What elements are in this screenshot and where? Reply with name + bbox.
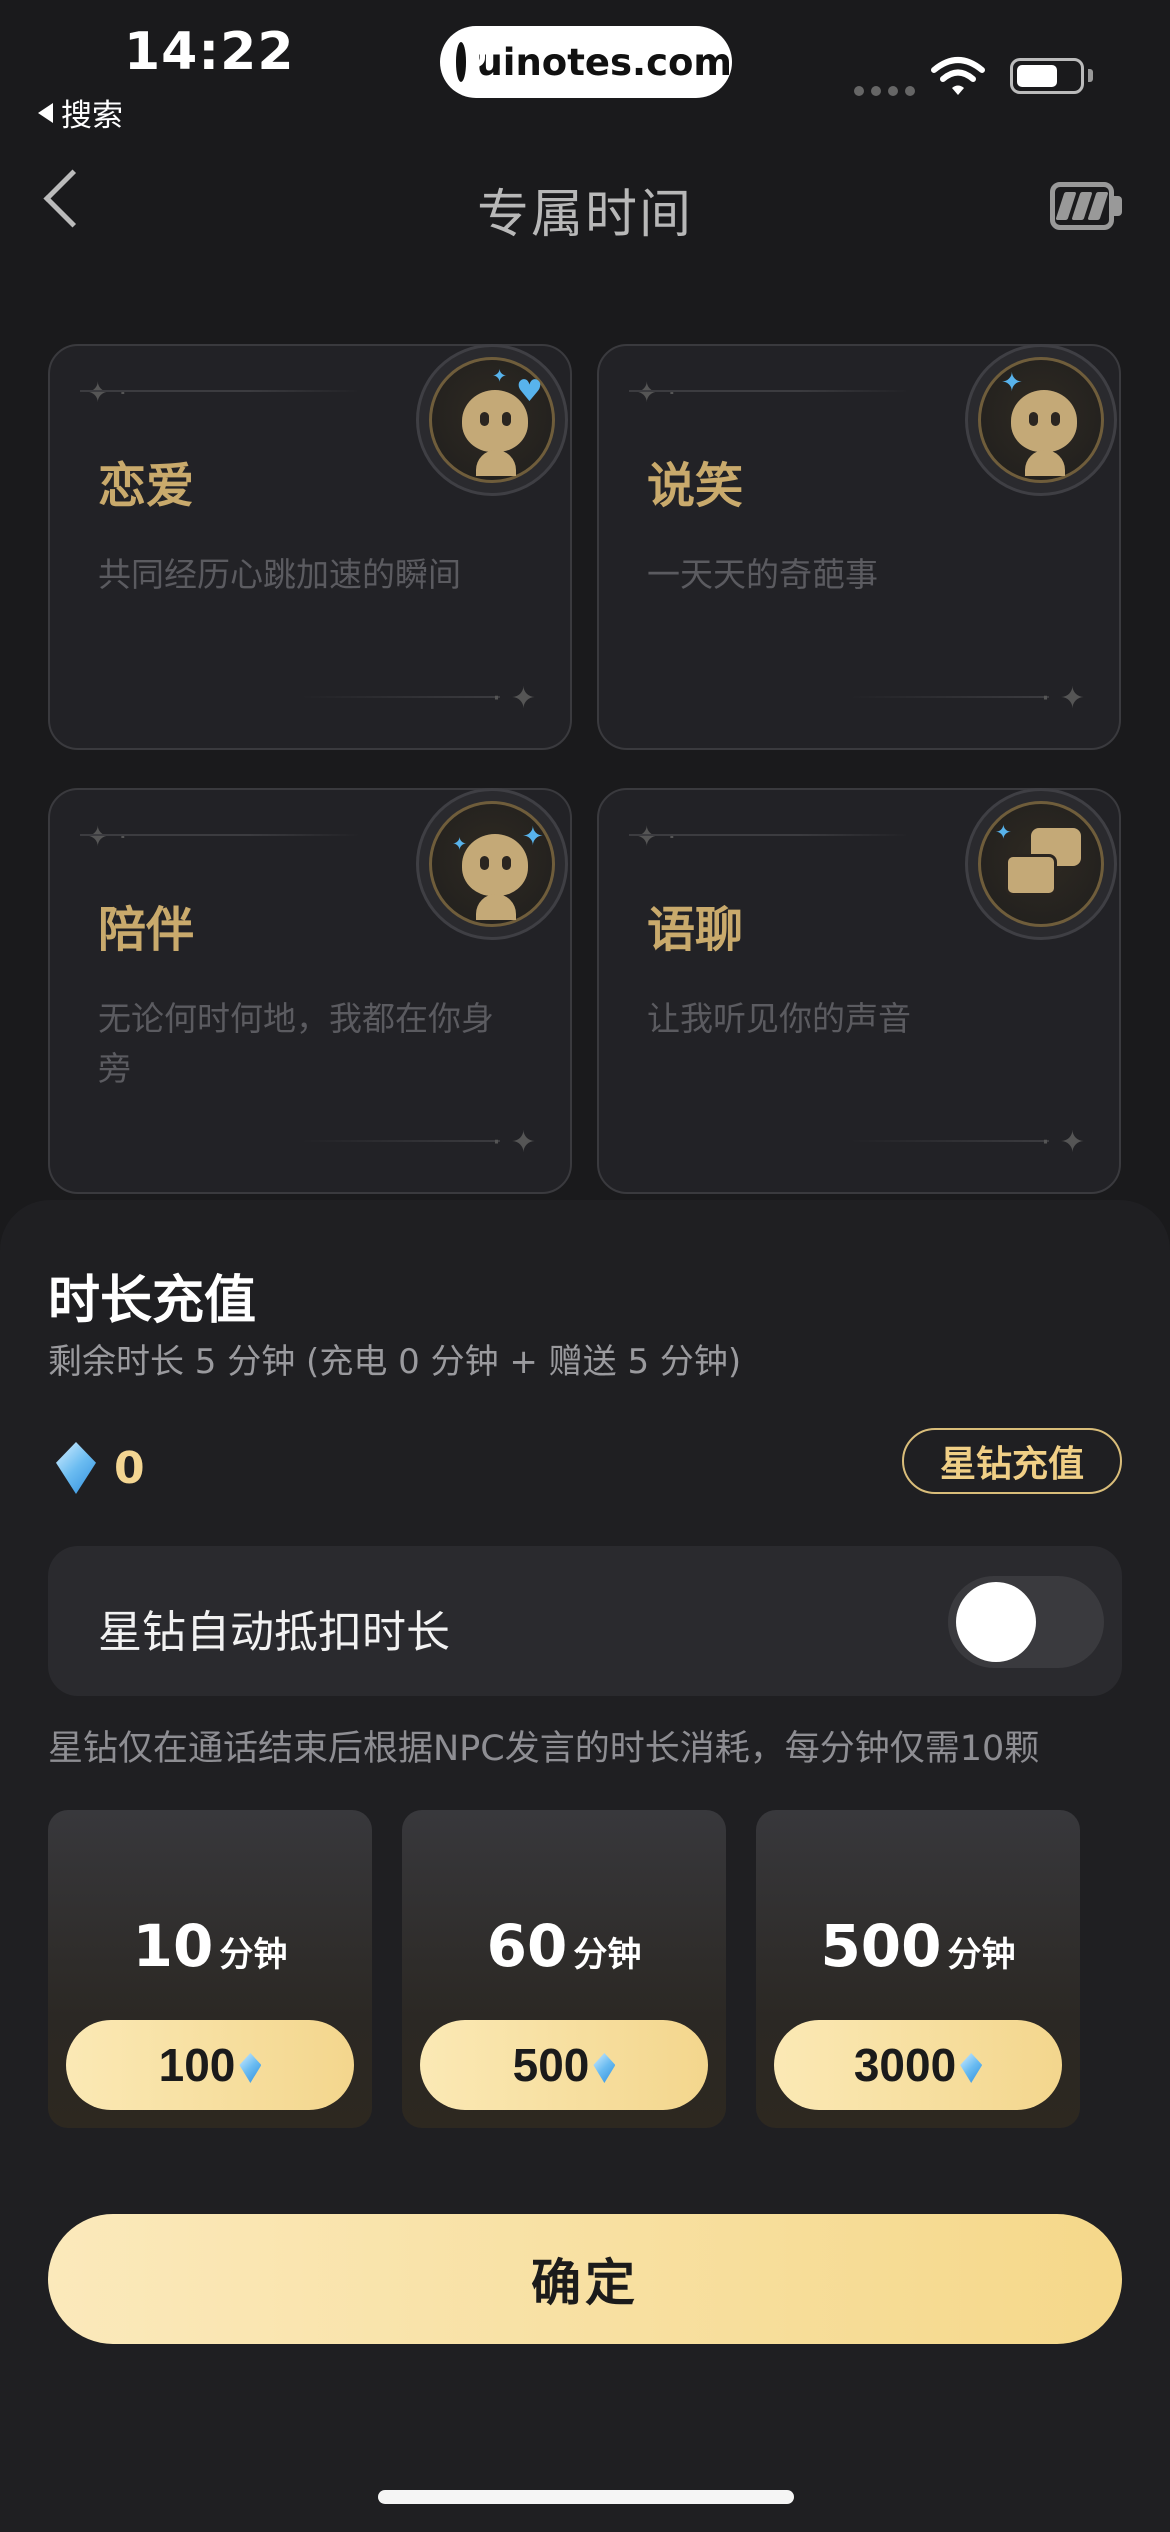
back-app-label: 搜索 [61, 98, 123, 134]
auto-deduct-label: 星钻自动抵扣时长 [98, 1607, 450, 1658]
package-price: 3000 [853, 2039, 957, 2091]
sparkle-deco-icon: · ✦ [491, 1125, 536, 1160]
package-price-button[interactable]: 500 [420, 2020, 708, 2110]
cellular-signal-icon [854, 86, 915, 96]
love-npc-icon: ♥ ✦ [416, 344, 568, 496]
package-minutes: 10 [132, 1912, 214, 1980]
page-title: 专属时间 [476, 185, 693, 245]
package-card-500min[interactable]: 500 分钟 3000 [756, 1810, 1080, 2128]
package-card-60min[interactable]: 60 分钟 500 [402, 1810, 726, 2128]
companion-npc-icon: ✦ ✦ [416, 788, 568, 940]
package-card-10min[interactable]: 10 分钟 100 [48, 1810, 372, 2128]
category-desc: 共同经历心跳加速的瞬间 [98, 555, 461, 594]
package-minutes: 60 [486, 1912, 568, 1980]
remaining-time-text: 剩余时长 5 分钟 (充电 0 分钟 + 赠送 5 分钟) [48, 1342, 742, 1382]
package-price: 100 [158, 2039, 236, 2091]
category-title: 恋爱 [98, 458, 195, 514]
diamond-icon [593, 2053, 616, 2083]
sparkle-deco-icon: · ✦ [491, 681, 536, 716]
package-unit: 分钟 [219, 1935, 288, 1975]
back-to-app-link[interactable]: 搜索 [38, 90, 123, 135]
package-unit: 分钟 [947, 1935, 1016, 1975]
battery-tip [1088, 69, 1093, 82]
category-title: 语聊 [647, 902, 744, 958]
energy-battery-tip [1114, 196, 1122, 216]
sparkle-deco-icon: · ✦ [1040, 681, 1085, 716]
category-title: 陪伴 [98, 902, 195, 958]
category-title: 说笑 [647, 458, 744, 514]
sheet-title: 时长充值 [48, 1271, 257, 1331]
package-unit: 分钟 [573, 1935, 642, 1975]
category-desc: 无论何时何地，我都在你身旁 [98, 999, 494, 1088]
sparkle-deco-icon: ✦ · [635, 376, 677, 409]
diamond-icon [960, 2053, 983, 2083]
energy-battery-icon[interactable] [1050, 182, 1114, 230]
site-logo-icon [456, 42, 487, 82]
status-time: 14:22 [124, 22, 295, 82]
diamond-count: 0 [114, 1442, 145, 1494]
battery-icon [1010, 58, 1084, 94]
package-price-button[interactable]: 3000 [774, 2020, 1062, 2110]
url-text: uinotes.com [476, 40, 732, 84]
sparkle-deco-icon: · ✦ [1040, 1125, 1085, 1160]
diamond-recharge-button[interactable]: 星钻充值 [902, 1428, 1122, 1494]
deduct-note: 星钻仅在通话结束后根据NPC发言的时长消耗，每分钟仅需10颗 [48, 1729, 1040, 1769]
package-minutes: 500 [820, 1912, 942, 1980]
sparkle-deco-icon: ✦ · [86, 376, 128, 409]
category-desc: 一天天的奇葩事 [647, 555, 878, 594]
sparkle-deco-icon: ✦ · [86, 820, 128, 853]
home-indicator[interactable] [378, 2490, 794, 2504]
toggle-knob[interactable] [956, 1582, 1036, 1662]
voice-chat-icon: ✦ [965, 788, 1117, 940]
diamond-balance: 0 [56, 1442, 145, 1494]
wifi-icon [931, 57, 985, 95]
package-price: 500 [512, 2039, 590, 2091]
diamond-icon [239, 2053, 262, 2083]
url-watermark: uinotes.com [440, 26, 732, 98]
confirm-button[interactable]: 确定 [48, 2214, 1122, 2344]
category-desc: 让我听见你的声音 [647, 999, 911, 1038]
sparkle-deco-icon: ✦ · [635, 820, 677, 853]
back-triangle-icon [38, 102, 53, 123]
laugh-npc-icon: ✦ [965, 344, 1117, 496]
diamond-icon [56, 1442, 96, 1494]
package-price-button[interactable]: 100 [66, 2020, 354, 2110]
